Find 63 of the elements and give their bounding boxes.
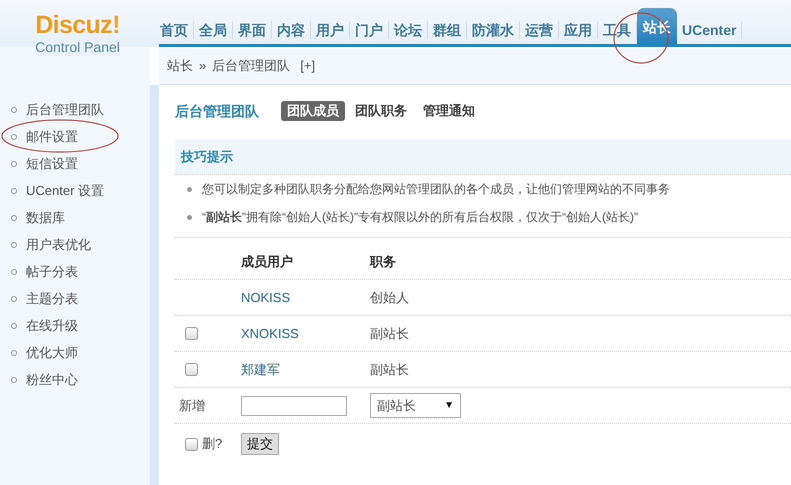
- sidebar-item[interactable]: 粉丝中心: [26, 370, 78, 390]
- tab[interactable]: 团队成员: [281, 101, 345, 121]
- tab[interactable]: 管理通知: [417, 101, 481, 121]
- nav-tab[interactable]: UCenter: [677, 15, 742, 45]
- user-link[interactable]: 郑建军: [241, 360, 370, 380]
- nav-tab[interactable]: 论坛: [389, 15, 427, 45]
- bullet-icon: [11, 160, 17, 166]
- bullet-icon: [187, 214, 192, 220]
- logo-title: Discuz!: [35, 12, 120, 38]
- role-cell-text: 副站长: [370, 324, 409, 343]
- user-link[interactable]: XNOKISS: [241, 324, 370, 344]
- tips-header: 技巧提示: [175, 139, 791, 174]
- sidebar-item[interactable]: 数据库: [26, 208, 65, 228]
- sidebar-item[interactable]: 后台管理团队: [26, 100, 104, 120]
- sidebar-item[interactable]: 在线升级: [26, 316, 78, 336]
- bullet-icon: [11, 134, 17, 140]
- bullet-icon: [11, 296, 17, 302]
- bullet-icon: [187, 186, 192, 192]
- bullet-icon: [11, 214, 17, 220]
- sidebar-item[interactable]: UCenter 设置: [26, 180, 104, 200]
- nav-tab[interactable]: 门户: [350, 15, 388, 45]
- nav-tab[interactable]: 应用: [559, 15, 597, 45]
- add-link[interactable]: [+]: [300, 56, 316, 76]
- column-header: 成员用户: [241, 252, 294, 271]
- bullet-icon: [11, 268, 17, 274]
- sidebar-item[interactable]: 用户表优化: [26, 234, 91, 254]
- bullet-icon: [11, 188, 17, 194]
- page-title: 后台管理团队: [175, 102, 259, 120]
- role-cell-text: 创始人: [370, 288, 409, 307]
- nav-tab[interactable]: 内容: [272, 15, 310, 45]
- nav-tab[interactable]: 用户: [311, 15, 349, 45]
- tip-text: “副站长”拥有除“创始人(站长)”专有权限以外的所有后台权限，仅次于“创始人(站长)”: [202, 209, 638, 226]
- nav-tab[interactable]: 全局: [194, 15, 232, 45]
- tip-text: 您可以制定多种团队职务分配给您网站管理团队的各个成员，让他们管理网站的不同事务: [202, 181, 670, 198]
- sidebar-item[interactable]: 优化大师: [26, 342, 78, 362]
- nav-tab[interactable]: 群组: [428, 15, 466, 45]
- bullet-icon: [11, 106, 17, 112]
- checkbox[interactable]: [185, 363, 198, 376]
- nav-tab[interactable]: 首页: [155, 15, 193, 45]
- checkbox[interactable]: [185, 327, 198, 340]
- bullet-icon: [11, 350, 17, 356]
- role-cell-text: 副站长: [370, 360, 409, 379]
- user-link[interactable]: NOKISS: [241, 288, 370, 308]
- add-label: 新增: [178, 396, 206, 415]
- bullet-icon: [11, 322, 17, 328]
- breadcrumb-link[interactable]: 站长: [167, 56, 193, 76]
- tab[interactable]: 团队职务: [349, 101, 413, 121]
- bullet-icon: [11, 242, 17, 248]
- role-select[interactable]: 副站长 ▼: [370, 393, 461, 418]
- nav-tab[interactable]: 运营: [520, 15, 558, 45]
- username-input[interactable]: [241, 396, 347, 416]
- sidebar-item[interactable]: 帖子分表: [26, 262, 78, 282]
- nav-tab[interactable]: 界面: [233, 15, 271, 45]
- bullet-icon: [11, 376, 17, 382]
- delete-checkbox[interactable]: [185, 438, 198, 450]
- delete-label: 删?: [202, 435, 222, 454]
- sidebar-item[interactable]: 短信设置: [26, 154, 78, 174]
- nav-tab[interactable]: 防灌水: [467, 15, 519, 45]
- sidebar-item[interactable]: 主题分表: [26, 288, 78, 308]
- column-header: 职务: [370, 252, 396, 271]
- breadcrumb-link[interactable]: 后台管理团队: [212, 56, 290, 76]
- breadcrumb-separator: »: [199, 56, 206, 75]
- submit-button[interactable]: 提交: [241, 433, 279, 455]
